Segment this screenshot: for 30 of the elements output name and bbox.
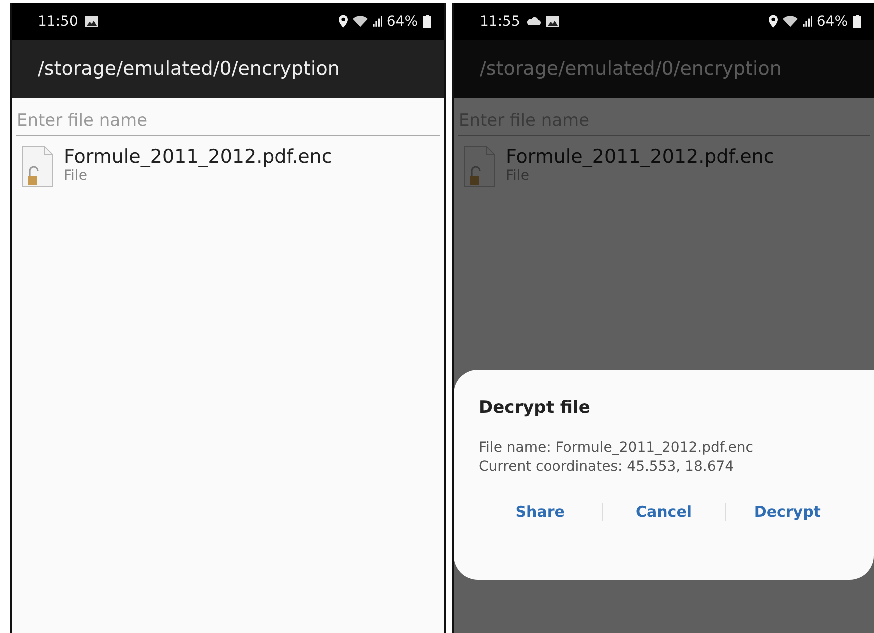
file-item[interactable]: Formule_2011_2012.pdf.enc File (16, 136, 440, 198)
wifi-icon (352, 15, 368, 28)
dialog-title: Decrypt file (479, 398, 592, 418)
file-name: Formule_2011_2012.pdf.enc (506, 146, 774, 168)
battery-percent: 64% (386, 14, 418, 30)
dialog-button[interactable]: Cancel (602, 497, 726, 527)
wifi-icon (782, 15, 798, 28)
folder-path: /storage/emulated/0/encryption (38, 58, 340, 80)
file-name-field[interactable]: Enter file name (16, 98, 440, 136)
battery-percent: 64% (816, 14, 848, 30)
file-name: Formule_2011_2012.pdf.enc (64, 146, 332, 168)
clock: 11:50 (38, 14, 78, 30)
clock: 11:55 (480, 14, 520, 30)
locked-file-icon (22, 146, 54, 188)
signal-icon (802, 15, 812, 28)
battery-icon (423, 15, 432, 28)
location-icon (338, 15, 348, 28)
locked-file-icon (464, 146, 496, 188)
image-icon (85, 16, 100, 28)
battery-icon (853, 15, 862, 28)
folder-path: /storage/emulated/0/encryption (480, 58, 782, 80)
dialog-button[interactable]: Decrypt (726, 497, 850, 527)
file-type: File (64, 168, 88, 184)
dialog-button[interactable]: Share (479, 497, 602, 527)
dialog-text: Current coordinates: 45.553, 18.674 (479, 459, 736, 475)
location-icon (768, 15, 778, 28)
image-icon (546, 16, 560, 28)
cloud-icon (527, 16, 542, 28)
dialog-text: File name: Formule_2011_2012.pdf.enc (479, 440, 754, 456)
signal-icon (372, 15, 382, 28)
